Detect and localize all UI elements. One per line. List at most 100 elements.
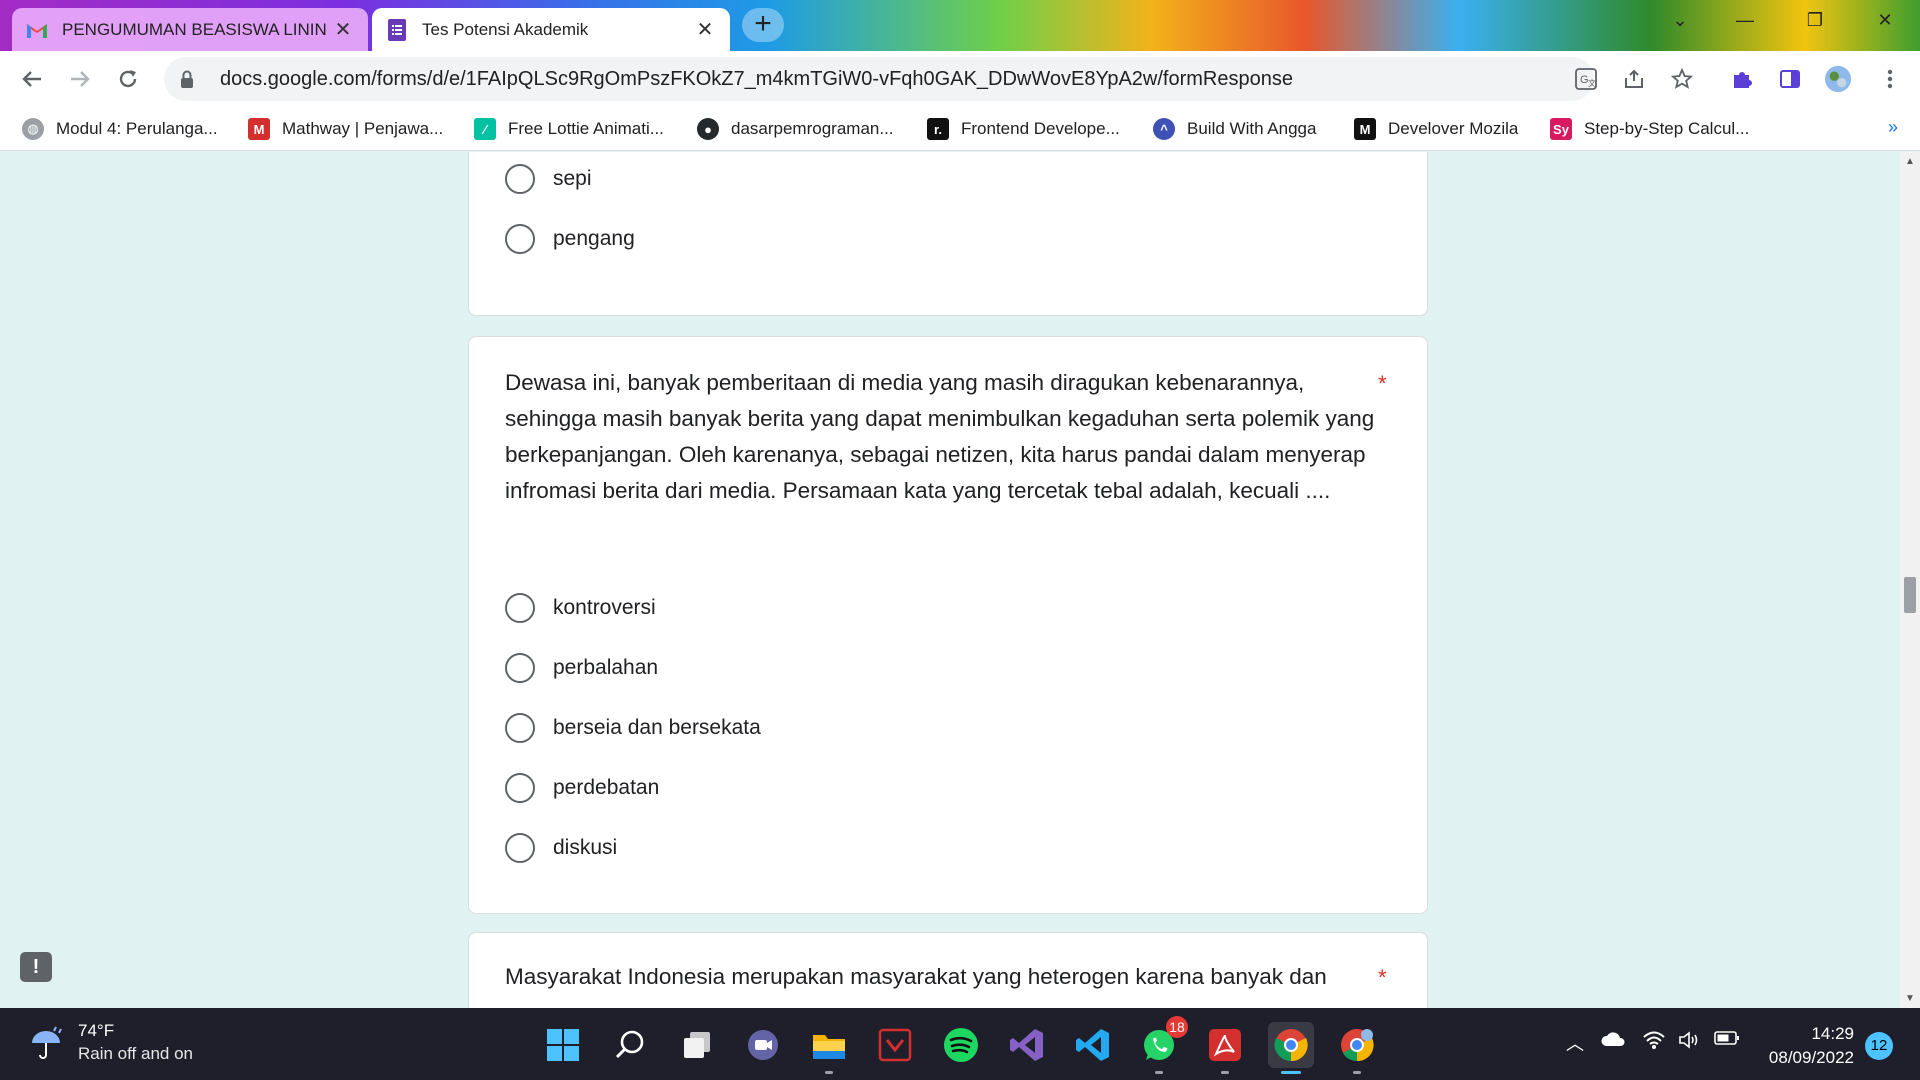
tab-gmail[interactable]: PENGUMUMAN BEASISWA LININ ✕ — [12, 8, 368, 51]
github-icon: ● — [697, 118, 719, 140]
volume-icon[interactable] — [1678, 1030, 1702, 1055]
option-diskusi[interactable]: diskusi — [505, 833, 617, 863]
chrome-menu-icon[interactable] — [1876, 65, 1904, 93]
radio-button[interactable] — [505, 833, 535, 863]
whatsapp-icon[interactable]: 18 — [1136, 1016, 1188, 1074]
clock-time: 14:29 — [1811, 1024, 1854, 1043]
svg-text:文: 文 — [1588, 78, 1596, 88]
bookmark-label: Build With Angga — [1187, 119, 1317, 138]
tab-strip: PENGUMUMAN BEASISWA LININ ✕ Tes Potensi … — [0, 0, 1920, 51]
bookmark-item[interactable]: ● dasarpemrograman... — [697, 107, 894, 151]
lock-icon[interactable] — [180, 70, 202, 88]
page-scrollbar[interactable]: ▲ ▼ — [1900, 152, 1920, 1008]
close-tab-icon[interactable]: ✕ — [694, 17, 716, 42]
lottie-icon: ∕ — [474, 118, 496, 140]
bookmark-item[interactable]: ∕ Free Lottie Animati... — [474, 107, 664, 151]
bookmark-item[interactable]: ^ Build With Angga — [1153, 107, 1316, 151]
radio-button[interactable] — [505, 713, 535, 743]
bookmark-item[interactable]: Sy Step-by-Step Calcul... — [1550, 107, 1749, 151]
url-text: docs.google.com/forms/d/e/1FAIpQLSc9RgOm… — [220, 67, 1293, 90]
symbolab-icon: Sy — [1550, 118, 1572, 140]
forward-icon[interactable] — [66, 65, 94, 93]
option-kontroversi[interactable]: kontroversi — [505, 593, 656, 623]
question-text: Dewasa ini, banyak pemberitaan di media … — [505, 370, 1375, 503]
bookmark-item[interactable]: M Develover Mozila — [1354, 107, 1518, 151]
radio-button[interactable] — [505, 653, 535, 683]
bookmark-item[interactable]: M Mathway | Penjawa... — [248, 107, 443, 151]
report-feedback-button[interactable]: ! — [20, 952, 52, 982]
share-icon[interactable] — [1620, 65, 1648, 93]
google-forms-icon — [386, 18, 408, 41]
mathway-icon: M — [248, 118, 270, 140]
browser-toolbar: docs.google.com/forms/d/e/1FAIpQLSc9RgOm… — [0, 51, 1920, 107]
scrollbar-thumb[interactable] — [1904, 577, 1916, 613]
onedrive-cloud-icon[interactable] — [1600, 1030, 1626, 1053]
acrobat-icon[interactable] — [1202, 1022, 1248, 1074]
side-panel-icon[interactable] — [1776, 65, 1804, 93]
tab-title: PENGUMUMAN BEASISWA LININ — [62, 19, 327, 39]
option-label: perbalahan — [553, 656, 659, 679]
radio-button[interactable] — [505, 593, 535, 623]
search-icon[interactable] — [607, 1022, 653, 1068]
close-window-icon[interactable]: ✕ — [1865, 10, 1905, 31]
chrome-profile-icon[interactable] — [1334, 1022, 1380, 1074]
spotify-icon[interactable] — [938, 1022, 984, 1068]
file-explorer-icon[interactable] — [806, 1022, 852, 1074]
required-asterisk: * — [1378, 965, 1387, 990]
bookmark-star-icon[interactable] — [1668, 65, 1696, 93]
new-tab-button[interactable]: + — [742, 8, 784, 42]
option-sepi[interactable]: sepi — [505, 164, 592, 194]
notification-count-badge[interactable]: 12 — [1865, 1032, 1893, 1060]
tab-tes-potensi-akademik[interactable]: Tes Potensi Akademik ✕ — [372, 8, 730, 51]
question-card-next: Masyarakat Indonesia merupakan masyaraka… — [468, 932, 1428, 1008]
bookmark-label: dasarpemrograman... — [731, 119, 894, 138]
restore-icon[interactable]: ❐ — [1795, 10, 1835, 31]
bookmark-label: Free Lottie Animati... — [508, 119, 664, 138]
globe-icon: ◍ — [22, 118, 44, 140]
bookmark-label: Frontend Develope... — [961, 119, 1120, 138]
option-perdebatan[interactable]: perdebatan — [505, 773, 659, 803]
scroll-down-icon[interactable]: ▼ — [1900, 993, 1920, 1004]
option-label: kontroversi — [553, 596, 656, 619]
teams-chat-icon[interactable] — [740, 1022, 786, 1068]
running-indicator — [825, 1071, 833, 1074]
profile-avatar-icon[interactable] — [1824, 65, 1852, 93]
vscode-icon[interactable] — [1070, 1022, 1116, 1068]
unread-badge: 18 — [1166, 1016, 1188, 1038]
battery-icon[interactable] — [1714, 1030, 1740, 1051]
bookmark-label: Step-by-Step Calcul... — [1584, 119, 1750, 138]
option-label: perdebatan — [553, 776, 660, 799]
running-indicator — [1155, 1071, 1163, 1074]
minimize-icon[interactable]: — — [1725, 10, 1765, 31]
radio-button[interactable] — [505, 224, 535, 254]
visual-studio-icon[interactable] — [1004, 1022, 1050, 1068]
show-hidden-icons-icon[interactable]: ︿ — [1566, 1030, 1584, 1056]
option-perbalahan[interactable]: perbalahan — [505, 653, 658, 683]
bookmark-item[interactable]: ◍ Modul 4: Perulanga... — [22, 107, 218, 151]
bookmark-label: Modul 4: Perulanga... — [56, 119, 218, 138]
option-berseia-dan-bersekata[interactable]: berseia dan bersekata — [505, 713, 761, 743]
windows-start-icon[interactable] — [540, 1022, 586, 1068]
scroll-up-icon[interactable]: ▲ — [1900, 156, 1920, 167]
translate-icon[interactable]: G文 — [1572, 65, 1600, 93]
option-pengang[interactable]: pengang — [505, 224, 635, 254]
system-clock[interactable]: 14:29 08/09/2022 — [1754, 1022, 1854, 1070]
mendeley-icon[interactable] — [872, 1022, 918, 1068]
reload-icon[interactable] — [114, 65, 142, 93]
chrome-icon[interactable] — [1268, 1022, 1314, 1074]
extensions-icon[interactable] — [1728, 65, 1756, 93]
option-label: sepi — [553, 167, 592, 190]
back-icon[interactable] — [18, 65, 46, 93]
wifi-icon[interactable] — [1642, 1030, 1666, 1055]
bookmark-item[interactable]: r. Frontend Develope... — [927, 107, 1120, 151]
rain-umbrella-icon — [26, 1023, 66, 1063]
more-bookmarks-icon[interactable]: » — [1888, 117, 1898, 138]
task-view-icon[interactable] — [674, 1022, 720, 1068]
radio-button[interactable] — [505, 164, 535, 194]
close-tab-icon[interactable]: ✕ — [332, 17, 354, 42]
address-bar[interactable]: docs.google.com/forms/d/e/1FAIpQLSc9RgOm… — [164, 57, 1594, 101]
weather-widget[interactable]: 74°F Rain off and on — [26, 1020, 193, 1066]
tab-search-icon[interactable]: ⌄ — [1660, 10, 1700, 31]
required-asterisk: * — [1378, 371, 1387, 396]
radio-button[interactable] — [505, 773, 535, 803]
